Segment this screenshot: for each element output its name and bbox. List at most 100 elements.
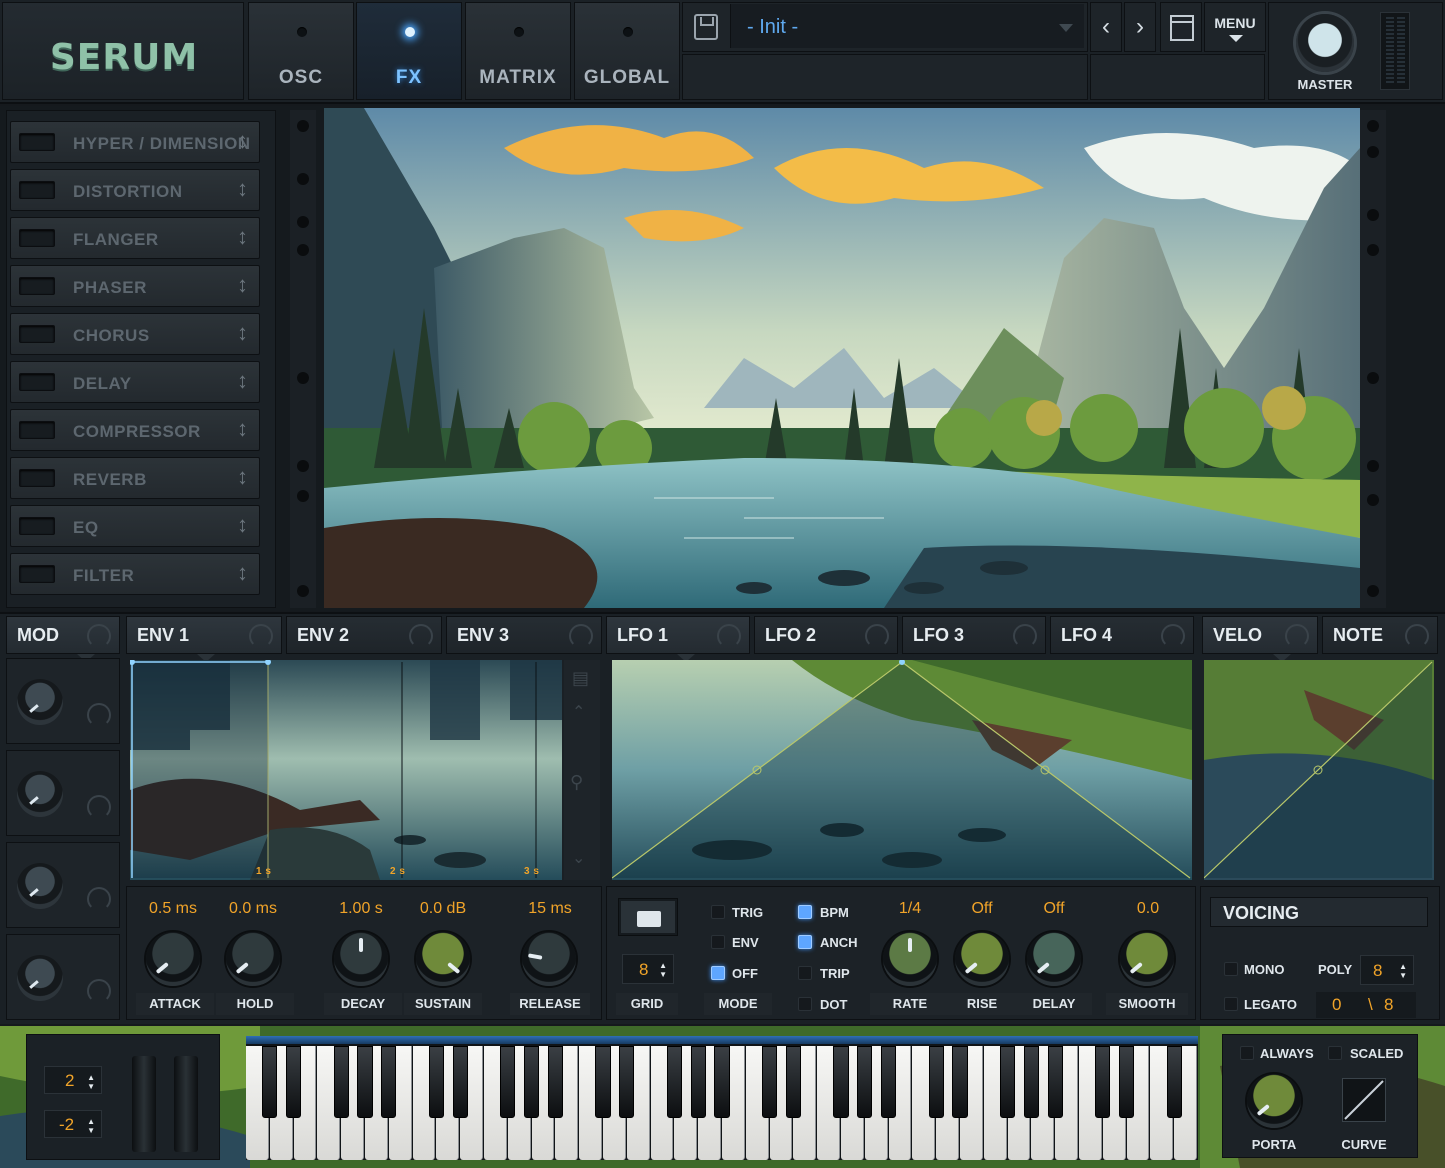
bpm-checkbox[interactable] <box>798 905 812 919</box>
decay-knob[interactable] <box>334 932 388 986</box>
always-checkbox[interactable] <box>1240 1046 1254 1060</box>
black-key[interactable] <box>1166 1046 1182 1118</box>
tab-matrix[interactable]: MATRIX <box>465 2 571 100</box>
env-checkbox[interactable] <box>711 935 725 949</box>
curve-display[interactable] <box>1342 1078 1386 1122</box>
black-key[interactable] <box>714 1046 730 1118</box>
black-key[interactable] <box>857 1046 873 1118</box>
octave-up-stepper[interactable]: 2 ▲ ▼ <box>44 1066 102 1094</box>
fx-enable-toggle[interactable] <box>19 469 55 487</box>
mod-source-slot[interactable] <box>6 842 120 928</box>
trig-checkbox[interactable] <box>711 905 725 919</box>
dot-checkbox[interactable] <box>798 997 812 1011</box>
anch-checkbox[interactable] <box>798 935 812 949</box>
poly-stepper[interactable]: 8 ▲ ▼ <box>1360 955 1414 985</box>
black-key[interactable] <box>357 1046 373 1118</box>
fx-enable-toggle[interactable] <box>19 325 55 343</box>
tab-velo[interactable]: VELO <box>1202 616 1318 662</box>
black-key[interactable] <box>547 1046 563 1118</box>
drag-ring-icon[interactable] <box>87 624 111 648</box>
fx-row-distortion[interactable]: DISTORTION ↕ <box>10 169 260 211</box>
mod-knob[interactable] <box>17 771 63 817</box>
chevron-up-icon[interactable]: ⌃ <box>572 702 585 722</box>
release-knob[interactable] <box>522 932 576 986</box>
drag-handle-icon[interactable]: ↕ <box>237 561 248 585</box>
velocity-graph[interactable] <box>1204 660 1434 880</box>
fx-enable-toggle[interactable] <box>19 229 55 247</box>
fx-enable-toggle[interactable] <box>19 565 55 583</box>
drag-ring-icon[interactable] <box>249 624 273 648</box>
black-key[interactable] <box>595 1046 611 1118</box>
fx-enable-toggle[interactable] <box>19 517 55 535</box>
smooth-knob[interactable] <box>1120 932 1174 986</box>
attack-knob[interactable] <box>146 932 200 986</box>
black-key[interactable] <box>262 1046 278 1118</box>
tab-global[interactable]: GLOBAL <box>574 2 680 100</box>
black-key[interactable] <box>1023 1046 1039 1118</box>
zoom-icon[interactable]: ⚲ <box>570 772 583 793</box>
black-key[interactable] <box>880 1046 897 1118</box>
fx-enable-toggle[interactable] <box>19 373 55 391</box>
fx-enable-toggle[interactable] <box>19 277 55 295</box>
scaled-checkbox[interactable] <box>1328 1046 1342 1060</box>
tab-env-1[interactable]: ENV 1 <box>126 616 282 662</box>
tab-env-2[interactable]: ENV 2 <box>286 616 442 654</box>
tab-lfo-2[interactable]: LFO 2 <box>754 616 898 654</box>
tab-lfo-1[interactable]: LFO 1 <box>606 616 750 662</box>
sustain-knob[interactable] <box>416 932 470 986</box>
fx-row-filter[interactable]: FILTER ↕ <box>10 553 260 595</box>
drag-handle-icon[interactable]: ↕ <box>237 465 248 489</box>
grid-stepper[interactable]: 8 ▲ ▼ <box>622 954 674 984</box>
drag-handle-icon[interactable]: ↕ <box>237 129 248 153</box>
tab-note[interactable]: NOTE <box>1322 616 1438 654</box>
mod-knob[interactable] <box>17 955 63 1001</box>
black-key[interactable] <box>999 1046 1016 1118</box>
mono-checkbox[interactable] <box>1224 962 1238 976</box>
black-key[interactable] <box>452 1046 468 1118</box>
drag-handle-icon[interactable]: ↕ <box>237 273 248 297</box>
chevron-down-icon[interactable]: ⌄ <box>572 848 585 868</box>
black-key[interactable] <box>928 1046 944 1118</box>
hold-knob[interactable] <box>226 932 280 986</box>
black-key[interactable] <box>619 1046 635 1118</box>
master-volume-knob[interactable] <box>1296 14 1354 72</box>
envelope-graph[interactable] <box>130 660 562 880</box>
black-key[interactable] <box>833 1046 849 1118</box>
tab-env-3[interactable]: ENV 3 <box>446 616 602 654</box>
fx-enable-toggle[interactable] <box>19 421 55 439</box>
save-icon[interactable] <box>694 14 718 40</box>
black-key[interactable] <box>285 1046 302 1118</box>
octave-down-stepper[interactable]: -2 ▲ ▼ <box>44 1110 102 1138</box>
fx-row-eq[interactable]: EQ ↕ <box>10 505 260 547</box>
mod-source-slot[interactable] <box>6 658 120 744</box>
off-checkbox[interactable] <box>711 966 725 980</box>
drag-handle-icon[interactable]: ↕ <box>237 321 248 345</box>
black-key[interactable] <box>1047 1046 1063 1118</box>
mod-knob[interactable] <box>17 863 63 909</box>
mod-source-slot[interactable] <box>6 750 120 836</box>
drag-ring-icon[interactable] <box>569 624 593 648</box>
black-key[interactable] <box>428 1046 444 1118</box>
fx-row-compressor[interactable]: COMPRESSOR ↕ <box>10 409 260 451</box>
mod-wheel[interactable] <box>174 1056 198 1152</box>
chevron-left-icon[interactable]: ‹ <box>1090 2 1122 52</box>
piano-keyboard[interactable] <box>246 1036 1198 1160</box>
drag-ring-icon[interactable] <box>409 624 433 648</box>
preset-browser-button[interactable] <box>1160 2 1202 52</box>
drag-handle-icon[interactable]: ↕ <box>237 417 248 441</box>
drag-ring-icon[interactable] <box>87 703 111 727</box>
fx-row-hyper-dimension[interactable]: HYPER / DIMENSION ↕ <box>10 121 260 163</box>
drag-ring-icon[interactable] <box>87 979 111 1003</box>
lfo-graph[interactable] <box>612 660 1192 880</box>
tab-lfo-4[interactable]: LFO 4 <box>1050 616 1194 654</box>
black-key[interactable] <box>1095 1046 1111 1118</box>
pitch-wheel[interactable] <box>132 1056 156 1152</box>
drag-handle-icon[interactable]: ↕ <box>237 177 248 201</box>
black-key[interactable] <box>690 1046 706 1118</box>
rise-knob[interactable] <box>955 932 1009 986</box>
drag-handle-icon[interactable]: ↕ <box>237 369 248 393</box>
black-key[interactable] <box>381 1046 397 1118</box>
fx-row-delay[interactable]: DELAY ↕ <box>10 361 260 403</box>
drag-ring-icon[interactable] <box>1285 624 1309 648</box>
tab-lfo-3[interactable]: LFO 3 <box>902 616 1046 654</box>
